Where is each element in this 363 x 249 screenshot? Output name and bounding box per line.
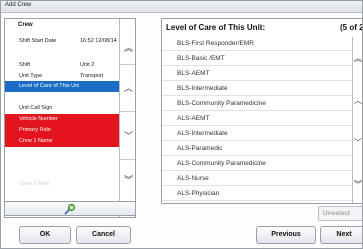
crew-field-label: Level of Care of This Unit — [19, 83, 79, 89]
level-of-care-option[interactable]: ALS-Paramedic — [162, 142, 352, 156]
scroll-down-button[interactable]: ﹀ — [120, 125, 135, 147]
level-of-care-option-label: BLS-Community Paramedicine — [177, 100, 266, 107]
crew-field-row[interactable]: Level of Care of This Unit — [5, 81, 119, 92]
level-of-care-option-label: ALS-AEMT — [177, 115, 210, 122]
crew-field-value: 16:52 12/08/14 — [80, 38, 117, 44]
unselect-button[interactable]: Unselect — [318, 206, 362, 221]
crew-field-row[interactable]: Crew 1 Name — [5, 136, 119, 147]
level-of-care-list: BLS-First Responder/EMR BLS-Basic /EMT BLS… — [162, 37, 352, 203]
level-of-care-option-label: BLS-AEMT — [177, 70, 210, 77]
level-of-care-option-label: BLS-Basic /EMT — [177, 55, 225, 62]
level-of-care-option-label: BLS-Intermediate — [177, 85, 228, 92]
level-of-care-option-label: ALS-Nurse — [177, 175, 209, 182]
crew-field-label: Crew 2 Role — [19, 181, 50, 187]
crew-field-label: Vehicle Number — [19, 116, 58, 122]
magnifier-icon — [64, 203, 76, 215]
previous-button[interactable]: Previous — [256, 226, 316, 244]
level-of-care-option[interactable]: ALS-AEMT — [162, 112, 352, 126]
level-of-care-option-label: BLS-First Responder/EMR — [177, 40, 254, 47]
crew-field-list: Crew Shift Start Date 16:52 12/08/14 Shift… — [5, 19, 119, 217]
level-of-care-option[interactable]: BLS-Community Paramedicine — [162, 97, 352, 111]
crew-field-label: Crew 1 Name — [19, 138, 53, 144]
scroll-bottom-button[interactable]: ︾ — [120, 169, 135, 191]
crew-field-row[interactable]: Primary Role — [5, 125, 119, 136]
title-bar: Add Crew — [1, 1, 362, 13]
scroll-up-button[interactable]: ︿ — [120, 77, 135, 99]
crew-scroll-column: ︽ ︿ ﹀ ︾ — [119, 19, 135, 217]
scroll-divider — [120, 111, 135, 112]
crew-field-row[interactable]: Shift Unit 2 — [5, 60, 119, 71]
crew-field-row[interactable] — [5, 147, 119, 158]
level-of-care-panel: Level of Care of This Unit: (5 of 20 BLS… — [161, 18, 362, 204]
level-of-care-option[interactable]: BLS-Intermediate — [162, 82, 352, 96]
scroll-up-button[interactable]: ︿ — [354, 95, 362, 106]
level-of-care-option-label: ALS-Community Paramedicine — [177, 160, 266, 167]
level-of-care-scroll-column: ︽ ︿ ﹀ ︾ — [352, 37, 362, 203]
level-of-care-option-label: ALS-Physician — [177, 190, 220, 197]
crew-field-label: Primary Role — [19, 127, 51, 133]
level-of-care-option[interactable]: ALS-Physician — [162, 187, 352, 201]
crew-field-value: Unit 2 — [80, 62, 95, 68]
crew-field-row[interactable]: Crew 2 Role — [5, 179, 119, 190]
crew-heading: Crew — [18, 22, 33, 28]
crew-field-label: Unit Call Sign — [19, 105, 53, 111]
next-button[interactable]: Next — [320, 226, 362, 244]
scroll-top-button[interactable]: ︽ — [354, 53, 362, 64]
scroll-bottom-button[interactable]: ︾ — [354, 179, 362, 190]
level-of-care-option[interactable]: ALS-Community Paramedicine — [162, 157, 352, 171]
crew-field-value: Transport — [80, 73, 104, 79]
scroll-divider — [120, 64, 135, 65]
crew-field-label: Unit Type — [19, 73, 43, 79]
scroll-down-button[interactable]: ﹀ — [354, 137, 362, 148]
window-title: Add Crew — [5, 2, 32, 8]
crew-field-row[interactable] — [5, 92, 119, 103]
scroll-top-button[interactable]: ︽ — [120, 37, 135, 59]
level-of-care-option-label: ALS-Intermediate — [177, 130, 228, 137]
level-of-care-option[interactable]: ALS-Nurse — [162, 172, 352, 186]
level-of-care-title: Level of Care of This Unit: — [166, 23, 266, 32]
level-of-care-option[interactable]: ALS-Intermediate — [162, 127, 352, 141]
crew-field-row[interactable]: Shift Start Date 16:52 12/08/14 — [5, 36, 119, 47]
crew-field-label: Shift — [19, 62, 31, 68]
cancel-button[interactable]: Cancel — [76, 226, 131, 244]
level-of-care-option[interactable]: BLS-AEMT — [162, 67, 352, 81]
crew-field-row[interactable]: Vehicle Number — [5, 114, 119, 125]
add-crew-window: Add Crew Crew Shift Start Date 16:52 12/0… — [0, 0, 363, 249]
level-of-care-option[interactable]: BLS-Basic /EMT — [162, 52, 352, 66]
crew-panel: Crew Shift Start Date 16:52 12/08/14 Shift… — [4, 18, 136, 218]
level-of-care-header: Level of Care of This Unit: (5 of 20 — [162, 19, 362, 37]
level-of-care-option-label: ALS-Paramedic — [177, 145, 223, 152]
level-of-care-option[interactable]: BLS-First Responder/EMR — [162, 37, 352, 51]
search-button[interactable] — [4, 201, 136, 216]
ok-button[interactable]: OK — [19, 226, 71, 244]
crew-field-row[interactable] — [5, 47, 119, 58]
crew-field-label: Shift Start Date — [19, 38, 57, 44]
scroll-divider — [120, 159, 135, 160]
crew-field-row[interactable] — [5, 158, 119, 169]
page-indicator: (5 of 20 — [340, 23, 362, 32]
crew-field-row[interactable]: Unit Call Sign — [5, 103, 119, 114]
